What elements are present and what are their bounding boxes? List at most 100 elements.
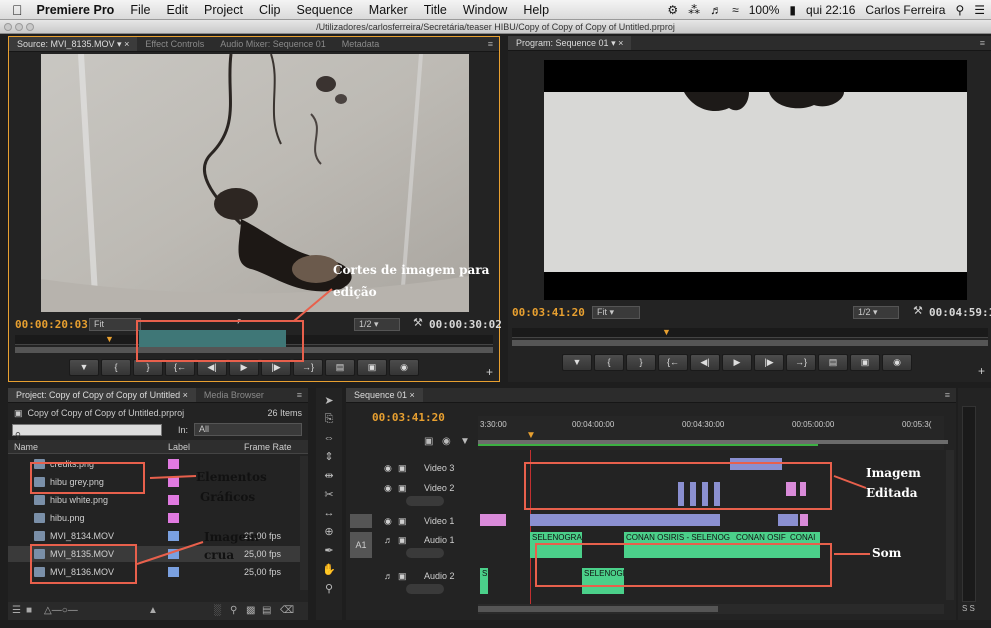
slide-tool-icon[interactable]: ⊕ <box>316 525 342 538</box>
export-frame-button[interactable]: ◉ <box>882 354 912 371</box>
pen-tool-icon[interactable]: ✒ <box>316 544 342 557</box>
battery-level[interactable]: 100% <box>749 3 780 17</box>
lock-icon[interactable]: ▣ <box>398 535 407 546</box>
add-marker-button[interactable]: ▼ <box>69 359 99 376</box>
play-button[interactable]: ▶ <box>722 354 752 371</box>
video1-graphic-clip[interactable] <box>480 514 506 526</box>
menu-clip[interactable]: Clip <box>259 3 281 17</box>
project-item-row[interactable]: hibu white.png <box>8 492 308 508</box>
source-fit-dropdown[interactable]: Fit <box>89 318 141 331</box>
eye-icon[interactable]: ◉ <box>384 463 392 474</box>
video1-graphic-clip[interactable] <box>800 514 808 526</box>
rolling-edit-tool-icon[interactable]: ⇕ <box>316 450 342 463</box>
rate-stretch-tool-icon[interactable]: ⇹ <box>316 469 342 482</box>
hand-tool-icon[interactable]: ✋ <box>316 563 342 576</box>
project-scrollbar[interactable] <box>300 456 308 590</box>
timeline-timecode[interactable]: 00:03:41:20 <box>372 411 445 424</box>
solo-icon[interactable]: S S <box>962 604 975 613</box>
timeline-horizontal-scrollbar[interactable] <box>478 604 944 614</box>
zoom-window-button[interactable] <box>26 23 34 31</box>
timeline-ruler[interactable]: 3:30:00 00:04:00:00 00:04:30:00 00:05:00… <box>478 416 948 450</box>
tab-project[interactable]: Project: Copy of Copy of Copy of Untitle… <box>8 388 196 402</box>
panel-menu-icon[interactable]: ≡ <box>974 36 991 50</box>
clock[interactable]: qui 22:16 <box>806 3 855 17</box>
tab-sequence-01[interactable]: Sequence 01 × <box>346 388 423 402</box>
panel-menu-icon[interactable]: ≡ <box>939 388 956 402</box>
program-playhead-icon[interactable]: ▼ <box>662 328 671 337</box>
scrollbar-thumb[interactable] <box>478 606 718 612</box>
zoom-slider[interactable]: △—○— <box>44 602 78 620</box>
keyframe-toggle[interactable] <box>406 548 444 558</box>
slip-tool-icon[interactable]: ↔ <box>316 507 342 519</box>
menu-title[interactable]: Title <box>424 3 447 17</box>
volume-icon[interactable]: ♬ <box>710 3 722 17</box>
speaker-icon[interactable]: ♬ <box>384 571 393 581</box>
menu-marker[interactable]: Marker <box>369 3 408 17</box>
ripple-edit-tool-icon[interactable]: ⇔ <box>316 432 342 444</box>
eye-icon[interactable]: ◉ <box>384 516 392 527</box>
project-search-input[interactable]: ⚲ <box>12 424 162 440</box>
trash-icon[interactable]: ⌫ <box>280 602 294 620</box>
tab-source[interactable]: Source: MVI_8135.MOV ▾ × <box>9 37 138 51</box>
extract-button[interactable]: ▣ <box>850 354 880 371</box>
lift-button[interactable]: ▤ <box>818 354 848 371</box>
program-fit-dropdown[interactable]: Fit ▾ <box>592 306 640 319</box>
tab-program[interactable]: Program: Sequence 01 ▾ × <box>508 36 632 50</box>
project-item-row[interactable]: hibu.png <box>8 510 308 526</box>
mark-out-button[interactable]: } <box>626 354 656 371</box>
column-label[interactable]: Label <box>168 440 190 454</box>
panel-menu-icon[interactable]: ≡ <box>291 388 308 402</box>
tab-media-browser[interactable]: Media Browser <box>196 388 272 402</box>
track-name-video1[interactable]: Video 1 <box>424 516 454 526</box>
icon-view-icon[interactable]: ■ <box>26 602 32 620</box>
spotlight-icon[interactable]: ⚲ <box>955 3 964 17</box>
menu-file[interactable]: File <box>130 3 150 17</box>
column-name[interactable]: Name <box>14 440 38 454</box>
extension-icon[interactable]: ⚙ <box>667 3 678 17</box>
wrench-icon[interactable]: ⚒ <box>413 316 423 329</box>
in-filter-dropdown[interactable]: All <box>194 423 302 436</box>
overwrite-button[interactable]: ▣ <box>357 359 387 376</box>
notifications-icon[interactable]: ☰ <box>974 3 985 17</box>
track-name-audio1[interactable]: Audio 1 <box>424 535 455 545</box>
export-frame-button[interactable]: ◉ <box>389 359 419 376</box>
column-frame-rate[interactable]: Frame Rate <box>244 440 292 454</box>
mark-in-button[interactable]: { <box>594 354 624 371</box>
marker-icon[interactable]: ▼ <box>460 436 470 447</box>
button-editor-plus-icon[interactable]: + <box>486 365 493 379</box>
timeline-vertical-scrollbar[interactable] <box>946 450 954 600</box>
button-editor-plus-icon[interactable]: + <box>978 364 985 378</box>
source-ratio-dropdown[interactable]: 1/2 ▾ <box>354 318 400 331</box>
step-forward-button[interactable]: |▶ <box>754 354 784 371</box>
label-color-swatch[interactable] <box>168 513 179 523</box>
program-timecode[interactable]: 00:03:41:20 <box>512 306 585 319</box>
zoom-tool-icon[interactable]: ⚲ <box>316 582 342 595</box>
track-name-video3[interactable]: Video 3 <box>424 463 454 473</box>
selection-tool-icon[interactable]: ➤ <box>316 394 342 407</box>
step-back-button[interactable]: ◀| <box>690 354 720 371</box>
lock-icon[interactable]: ▣ <box>398 516 407 527</box>
source-patch-v1[interactable] <box>350 514 372 528</box>
insert-button[interactable]: ▤ <box>325 359 355 376</box>
program-ratio-dropdown[interactable]: 1/2 ▾ <box>853 306 899 319</box>
label-color-swatch[interactable] <box>168 567 179 577</box>
snap-icon[interactable]: ▣ <box>424 436 433 447</box>
menu-project[interactable]: Project <box>204 3 243 17</box>
speaker-icon[interactable]: ♬ <box>384 535 393 545</box>
new-item-icon[interactable]: ▤ <box>262 602 271 620</box>
menu-help[interactable]: Help <box>523 3 549 17</box>
go-to-out-button[interactable]: →} <box>786 354 816 371</box>
tab-audio-mixer[interactable]: Audio Mixer: Sequence 01 <box>212 37 334 51</box>
list-view-icon[interactable]: ☰ <box>12 602 21 620</box>
eye-icon[interactable]: ◉ <box>384 483 392 494</box>
close-window-button[interactable] <box>4 23 12 31</box>
source-timecode[interactable]: 00:00:20:03 <box>15 318 88 331</box>
add-marker-button[interactable]: ▼ <box>562 354 592 371</box>
mark-in-button[interactable]: { <box>101 359 131 376</box>
bluetooth-icon[interactable]: ⁂ <box>688 3 700 17</box>
video1-clip[interactable] <box>530 514 720 526</box>
tab-effect-controls[interactable]: Effect Controls <box>137 37 212 51</box>
find-icon[interactable]: ⚲ <box>230 602 237 620</box>
new-bin-icon[interactable]: ░ <box>214 602 221 620</box>
lock-icon[interactable]: ▣ <box>398 483 407 494</box>
